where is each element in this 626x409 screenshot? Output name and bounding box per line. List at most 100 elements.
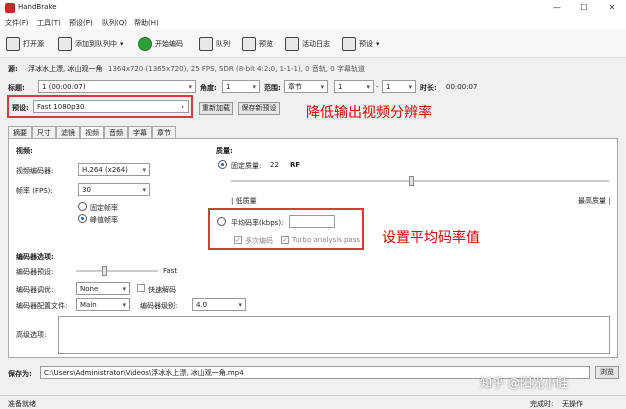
source-name: 浮冰水上漂, 冰山观一角	[28, 65, 103, 73]
framerate-select[interactable]: 30	[78, 183, 150, 196]
source-info: 1364x720 (1365x720), 25 FPS, SDR (8-bit …	[108, 65, 365, 73]
play-icon	[138, 37, 152, 51]
avg-bitrate-label: 平均码率(kbps):	[231, 219, 284, 227]
video-encoder-label: 视频编码器:	[16, 167, 54, 175]
duration-label: 时长:	[420, 84, 437, 92]
encoder-profile-select[interactable]: Main	[76, 298, 130, 311]
range-to-select[interactable]: 1	[382, 80, 416, 93]
advanced-options-label: 高级选项:	[16, 331, 47, 339]
encoder-options-title: 编码器选项:	[16, 253, 54, 261]
constant-quality-radio[interactable]	[218, 160, 227, 169]
encoder-level-label: 编码器级别:	[140, 302, 178, 310]
rf-unit: RF	[290, 161, 301, 169]
tab-filters[interactable]: 滤镜	[56, 126, 80, 138]
turbo-checkbox[interactable]: ✓	[281, 236, 289, 244]
save-as-label: 保存为:	[8, 370, 32, 378]
encoder-preset-label: 编码器预设:	[16, 268, 54, 276]
tab-dimensions[interactable]: 尺寸	[32, 126, 56, 138]
tab-subtitles[interactable]: 字幕	[128, 126, 152, 138]
queue-label: 队列	[216, 40, 230, 48]
close-button[interactable]: ✕	[603, 1, 621, 14]
turbo-label: Turbo analysis pass	[292, 236, 361, 244]
title-bar: HandBrake — ☐ ✕	[0, 0, 626, 16]
encoder-level-select[interactable]: 4.0	[192, 298, 246, 311]
encoder-tune-label: 编码器调优:	[16, 286, 54, 294]
range-select[interactable]: 章节	[284, 80, 328, 93]
tab-chapters[interactable]: 章节	[152, 126, 176, 138]
preset-value: Fast 1080p30	[37, 103, 85, 111]
start-encode-label: 开始编码	[155, 40, 183, 48]
angle-label: 角度:	[200, 84, 217, 92]
peak-framerate-radio[interactable]	[78, 214, 87, 223]
activity-log-label: 活动日志	[302, 40, 330, 48]
activity-log-button[interactable]: 活动日志	[285, 36, 330, 52]
preview-icon	[242, 37, 256, 51]
preview-label: 预览	[259, 40, 273, 48]
menu-tools[interactable]: 工具(T)	[37, 18, 61, 28]
framerate-label: 帧率 (FPS):	[16, 187, 53, 195]
chevron-down-icon[interactable]: ▾	[120, 40, 124, 48]
peak-framerate-label: 峰值帧率	[90, 216, 118, 224]
add-to-queue-button[interactable]: 添加到队列中 ▾	[58, 36, 124, 52]
title-select[interactable]: 1 (00:00:07)	[38, 80, 196, 93]
angle-select[interactable]: 1	[222, 80, 260, 93]
constant-quality-value: 22	[270, 161, 279, 169]
duration-value: 00:00:07	[446, 83, 478, 91]
maximize-button[interactable]: ☐	[575, 1, 593, 14]
when-done-label: 完成时:	[530, 400, 554, 408]
quality-slider-track[interactable]	[231, 180, 609, 182]
avg-bitrate-input[interactable]	[289, 215, 335, 228]
video-encoder-select[interactable]: H.264 (x264)	[78, 163, 150, 176]
reload-button[interactable]: 重新加载	[199, 102, 233, 115]
status-text: 准备就绪	[8, 400, 36, 408]
menu-bar: 文件(F) 工具(T) 预设(P) 队列(Q) 帮助(H)	[0, 16, 626, 30]
handbrake-icon	[5, 3, 15, 13]
advanced-options-textarea[interactable]	[58, 316, 610, 354]
low-quality-label: | 低质量	[231, 197, 257, 205]
presets-label: 预设	[359, 40, 373, 48]
constant-framerate-radio[interactable]	[78, 202, 87, 211]
encoder-profile-label: 编码器配置文件:	[16, 302, 68, 310]
preset-select[interactable]: Fast 1080p30 ›	[33, 100, 189, 113]
save-new-preset-button[interactable]: 保存新预设	[238, 102, 280, 115]
quality-slider-thumb[interactable]	[409, 176, 415, 186]
bitrate-annotation: 设置平均码率值	[382, 230, 480, 246]
menu-file[interactable]: 文件(F)	[5, 18, 29, 28]
encoder-preset-value: Fast	[163, 267, 178, 275]
when-done-value[interactable]: 无操作	[562, 399, 583, 409]
queue-button[interactable]: 队列	[199, 36, 230, 52]
encoder-preset-slider-track[interactable]	[76, 270, 158, 272]
encoder-preset-slider-thumb[interactable]	[101, 266, 107, 276]
preview-button[interactable]: 预览	[242, 36, 273, 52]
browse-button[interactable]: 浏览	[595, 366, 619, 379]
film-icon	[6, 37, 20, 51]
resolution-annotation: 降低输出视频分辨率	[306, 105, 432, 121]
constant-quality-label: 固定质量:	[231, 162, 262, 170]
preset-label: 预设:	[12, 104, 29, 112]
range-dash: -	[376, 83, 379, 91]
open-source-button[interactable]: 打开源	[6, 36, 44, 52]
tab-audio[interactable]: 音频	[104, 126, 128, 138]
tab-summary[interactable]: 摘要	[8, 126, 32, 138]
menu-queue[interactable]: 队列(Q)	[102, 18, 127, 28]
range-from-select[interactable]: 1	[334, 80, 374, 93]
avg-bitrate-radio[interactable]	[217, 217, 226, 226]
range-label: 范围:	[264, 84, 281, 92]
menu-presets[interactable]: 预设(P)	[69, 18, 93, 28]
menu-help[interactable]: 帮助(H)	[134, 18, 159, 28]
chevron-right-icon: ›	[181, 103, 184, 111]
fast-decode-checkbox[interactable]	[137, 284, 145, 292]
presets-icon	[342, 37, 356, 51]
presets-button[interactable]: 预设 ▾	[342, 36, 380, 52]
encoder-tune-select[interactable]: None	[76, 282, 130, 295]
chevron-down-icon[interactable]: ▾	[376, 40, 380, 48]
minimize-button[interactable]: —	[548, 1, 566, 14]
log-icon	[285, 37, 299, 51]
multipass-checkbox[interactable]: ✓	[234, 236, 242, 244]
high-quality-label: 最高质量 |	[578, 197, 611, 205]
status-bar: 准备就绪 完成时: 无操作	[0, 395, 626, 409]
video-section-title: 视频:	[16, 147, 33, 155]
fast-decode-label: 快速解码	[148, 286, 176, 294]
start-encode-button[interactable]: 开始编码	[138, 36, 183, 52]
constant-framerate-label: 固定帧率	[90, 204, 118, 212]
